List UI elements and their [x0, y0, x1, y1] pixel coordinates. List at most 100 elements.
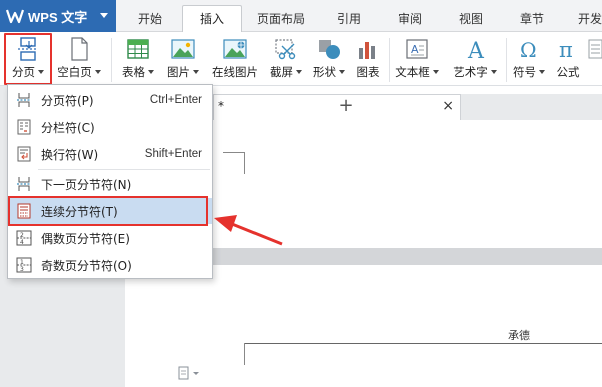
chevron-down-icon [339, 70, 345, 74]
screenshot-button[interactable]: 截屏 [265, 32, 307, 86]
blank-page-label: 空白页 [57, 65, 92, 79]
shortcut-text: Ctrl+Enter [149, 94, 202, 106]
table-button[interactable]: 表格 [118, 32, 158, 86]
shape-icon [315, 36, 343, 62]
page-break-icon [15, 92, 33, 108]
header-text: 承德 [508, 329, 530, 342]
pi-icon: π [554, 36, 582, 62]
menu-item-label: 下一页分节符(N) [41, 177, 132, 192]
formula-label: 公式 [556, 65, 580, 79]
menu-item-page-break[interactable]: 分页符(P) Ctrl+Enter [9, 87, 212, 113]
ribbon-divider [389, 38, 390, 82]
numbering-icon [588, 36, 602, 62]
blank-page-icon [65, 36, 93, 62]
line-break-icon [15, 146, 33, 162]
new-tab-button[interactable]: + [336, 94, 356, 120]
blank-page-button[interactable]: 空白页 [54, 32, 104, 86]
next-page-section-icon [15, 176, 33, 192]
chart-label: 图表 [356, 65, 380, 79]
tab-insert[interactable]: 插入 [182, 5, 242, 33]
wordart-label: 艺术字 [453, 65, 488, 79]
formula-button[interactable]: π 公式 [552, 32, 584, 86]
app-menu-button[interactable]: WPS 文字 [0, 0, 116, 32]
menu-item-label: 奇数页分节符(O) [41, 258, 132, 273]
menu-item-odd-page-section[interactable]: 13 奇数页分节符(O) [9, 252, 212, 278]
menu-item-line-break[interactable]: 换行符(W) Shift+Enter [9, 141, 212, 167]
textbox-label: 文本框 [395, 65, 430, 79]
tab-references[interactable]: 引用 [327, 7, 371, 32]
column-break-icon [15, 119, 33, 135]
svg-text:A: A [411, 43, 419, 56]
chevron-down-icon [490, 70, 497, 74]
menu-item-label: 分页符(P) [41, 93, 94, 108]
online-picture-button[interactable]: 在线图片 [208, 32, 262, 86]
chevron-down-icon [432, 70, 439, 74]
picture-icon [169, 36, 197, 62]
chevron-down-icon [100, 13, 108, 18]
svg-text:π: π [559, 38, 573, 61]
scissors-icon [272, 36, 300, 62]
online-picture-icon [221, 36, 249, 62]
menu-item-label: 分栏符(C) [41, 120, 95, 135]
menu-separator [38, 169, 210, 170]
tab-developer[interactable]: 开发 [568, 7, 602, 32]
shortcut-text: Shift+Enter [144, 148, 202, 160]
chart-button[interactable]: 图表 [352, 32, 384, 86]
odd-page-section-icon: 13 [15, 257, 33, 273]
ribbon-insert: 分页 空白页 表格 图片 在线图片 截屏 形状 图表 A 文本框 A 艺术字 Ω… [0, 32, 602, 86]
textbox-button[interactable]: A 文本框 [393, 32, 441, 86]
menu-item-label: 换行符(W) [41, 147, 99, 162]
svg-text:3: 3 [20, 266, 24, 273]
ribbon-divider [506, 38, 507, 82]
margin-corner-mark [223, 343, 245, 365]
svg-text:A: A [467, 39, 485, 61]
textbox-icon: A [403, 36, 431, 62]
menu-item-next-page-section[interactable]: 下一页分节符(N) [9, 171, 212, 197]
svg-text:2: 2 [20, 232, 24, 239]
title-tab-bar: WPS 文字 开始 插入 页面布局 引用 审阅 视图 章节 开发 [0, 0, 602, 33]
chevron-down-icon [148, 70, 154, 74]
wordart-icon: A [461, 36, 489, 62]
wps-logo-icon [6, 9, 24, 24]
omega-icon: Ω [515, 36, 543, 62]
shape-button[interactable]: 形状 [309, 32, 349, 86]
screenshot-label: 截屏 [270, 65, 293, 79]
shape-label: 形状 [313, 65, 336, 79]
symbol-label: 符号 [513, 65, 536, 79]
picture-label: 图片 [167, 65, 190, 79]
chevron-down-icon [296, 70, 302, 74]
document-tab-title: * [218, 99, 224, 113]
paste-options-icon[interactable] [178, 366, 204, 380]
more-button[interactable] [588, 32, 602, 86]
bar-chart-icon [354, 36, 382, 62]
chevron-down-icon [94, 70, 101, 74]
menu-item-column-break[interactable]: 分栏符(C) [9, 114, 212, 140]
tab-review[interactable]: 审阅 [388, 7, 432, 32]
symbol-button[interactable]: Ω 符号 [510, 32, 548, 86]
tab-page-layout[interactable]: 页面布局 [250, 7, 312, 32]
margin-corner-mark [223, 152, 245, 174]
picture-button[interactable]: 图片 [163, 32, 203, 86]
continuous-section-highlight [8, 196, 208, 226]
page-break-highlight [4, 33, 52, 85]
tab-section[interactable]: 章节 [510, 7, 554, 32]
app-name: WPS 文字 [28, 9, 88, 25]
online-picture-label: 在线图片 [212, 65, 258, 79]
page-break-menu: 分页符(P) Ctrl+Enter 分栏符(C) 换行符(W) Shift+En… [7, 84, 213, 279]
tab-view[interactable]: 视图 [449, 7, 493, 32]
wordart-button[interactable]: A 艺术字 [446, 32, 504, 86]
header-rule [245, 343, 602, 344]
chevron-down-icon [539, 70, 545, 74]
ribbon-divider [111, 38, 112, 82]
chevron-down-icon [193, 70, 199, 74]
table-label: 表格 [122, 65, 145, 79]
close-icon[interactable]: × [442, 98, 454, 114]
svg-text:4: 4 [20, 239, 24, 246]
even-page-section-icon: 24 [15, 230, 33, 246]
svg-text:1: 1 [20, 259, 24, 266]
tab-home[interactable]: 开始 [128, 7, 172, 32]
svg-text:Ω: Ω [520, 38, 537, 61]
menu-item-label: 偶数页分节符(E) [41, 231, 130, 246]
menu-item-even-page-section[interactable]: 24 偶数页分节符(E) [9, 225, 212, 251]
table-icon [124, 36, 152, 62]
